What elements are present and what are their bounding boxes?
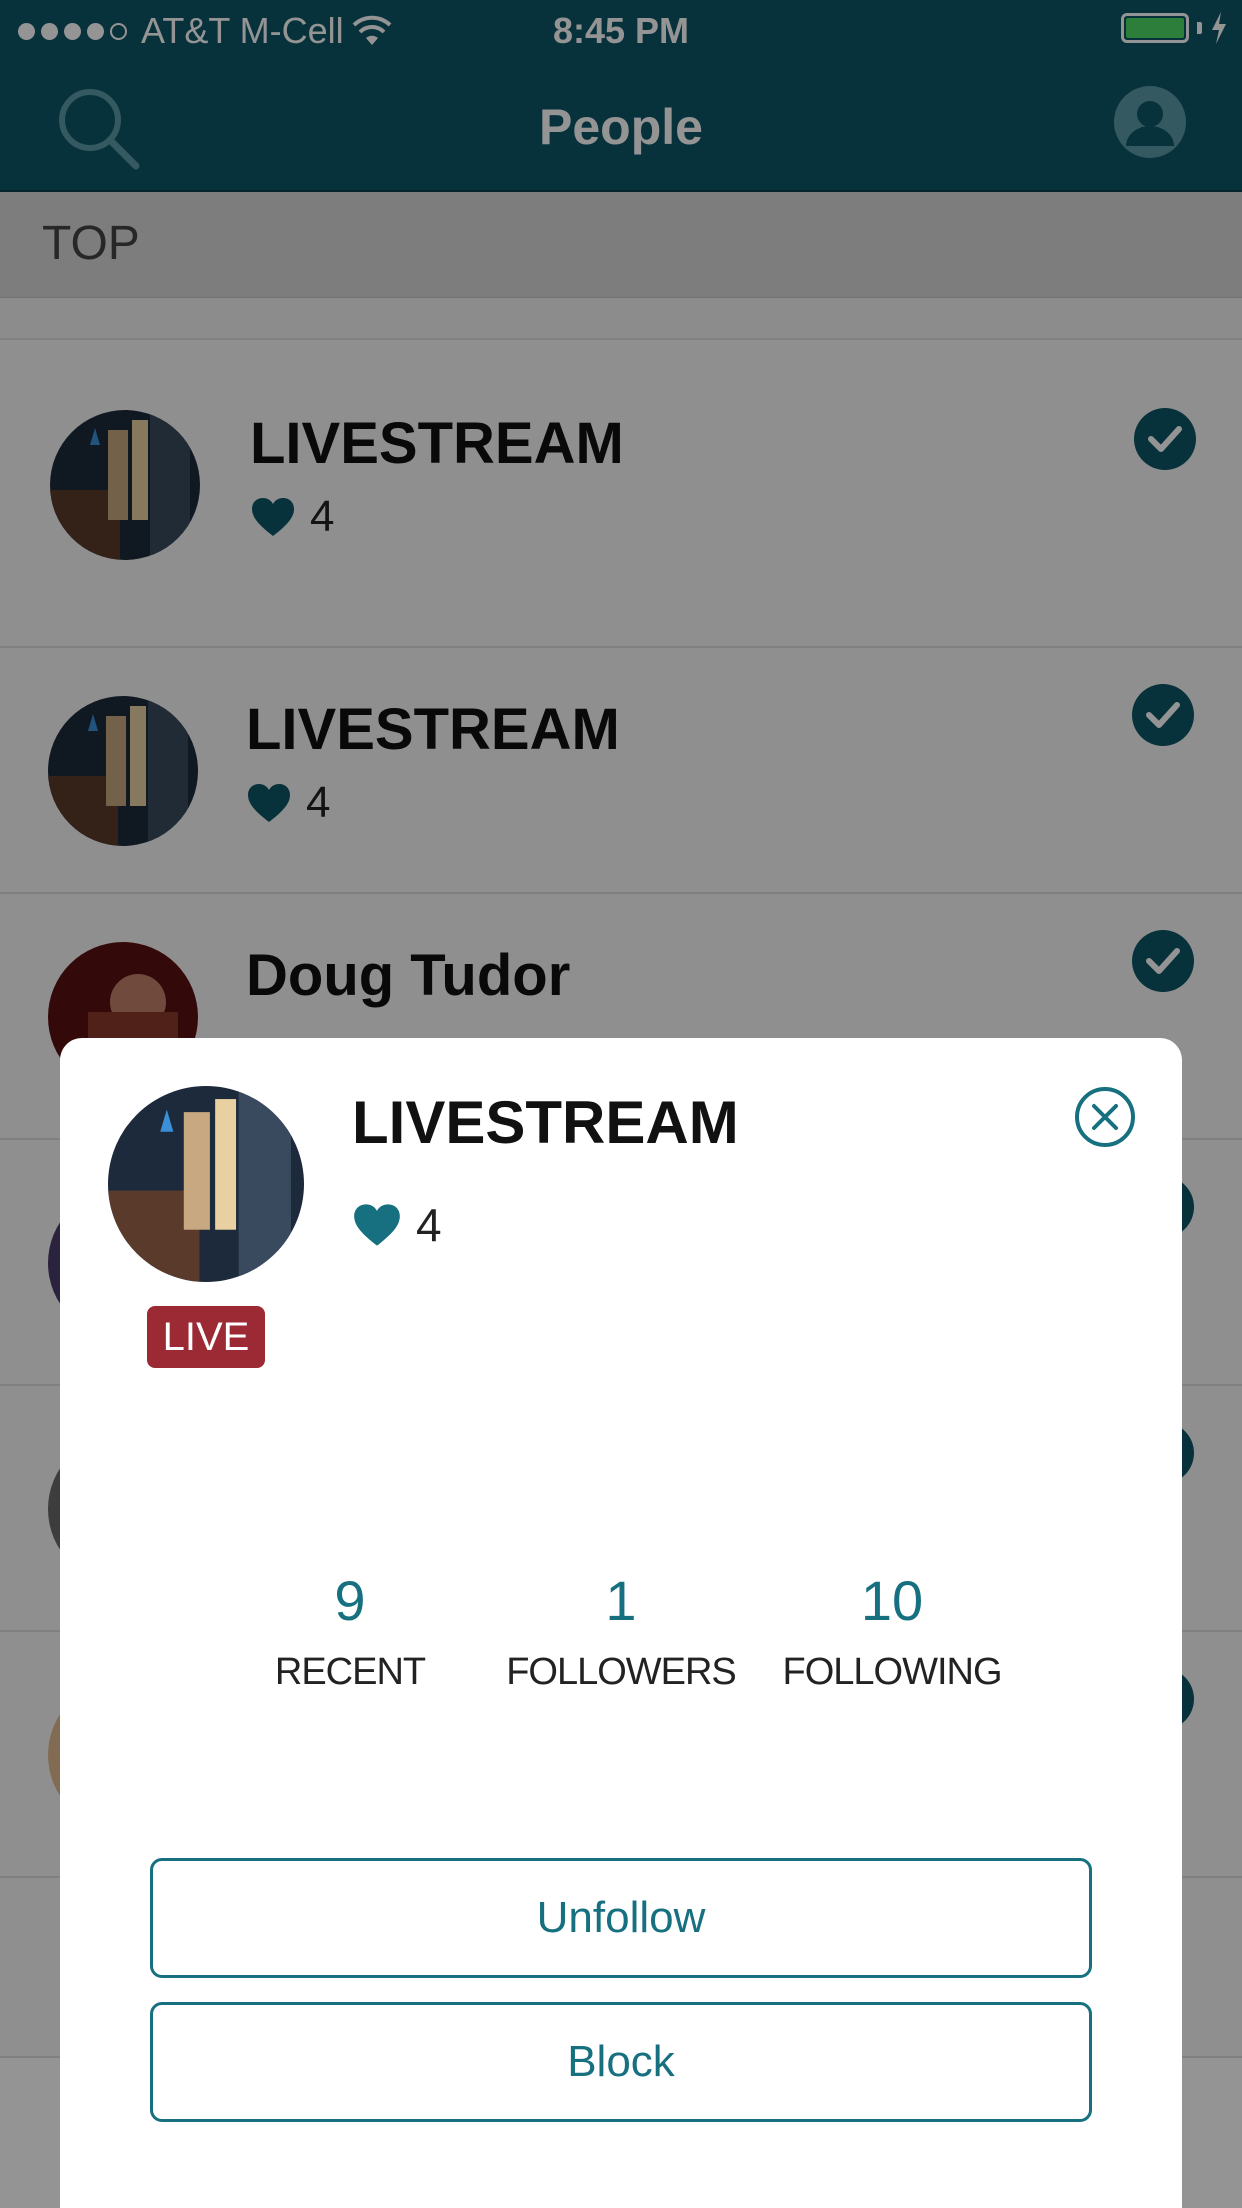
stat-following[interactable]: 10 FOLLOWING <box>772 1568 1012 1694</box>
stat-followers[interactable]: 1 FOLLOWERS <box>501 1568 741 1694</box>
stat-value: 10 <box>860 1569 924 1632</box>
stat-label: FOLLOWERS <box>506 1651 737 1693</box>
stat-value: 9 <box>334 1569 366 1632</box>
stats-row: 9 RECENT 1 FOLLOWERS 10 FOLLOWING <box>60 1568 1182 1708</box>
close-icon[interactable] <box>1074 1086 1136 1148</box>
modal-likes: 4 <box>352 1198 442 1252</box>
unfollow-button[interactable]: Unfollow <box>150 1858 1092 1978</box>
stat-label: FOLLOWING <box>782 1651 1002 1693</box>
heart-icon <box>354 1204 400 1246</box>
profile-modal: LIVE LIVESTREAM 4 9 RECENT 1 FOLLOWERS 1… <box>60 1038 1182 2208</box>
stat-value: 1 <box>605 1569 637 1632</box>
app-root: AT&T M-Cell 8:45 PM People TOP LIVESTREA… <box>0 0 1242 2208</box>
modal-avatar <box>108 1086 304 1282</box>
nav-dim-overlay <box>0 0 1242 192</box>
modal-likes-count: 4 <box>416 1199 442 1251</box>
block-button[interactable]: Block <box>150 2002 1092 2122</box>
stat-recent[interactable]: 9 RECENT <box>230 1568 470 1694</box>
modal-name: LIVESTREAM <box>352 1089 739 1156</box>
stat-label: RECENT <box>274 1651 426 1693</box>
live-badge: LIVE <box>147 1306 265 1368</box>
